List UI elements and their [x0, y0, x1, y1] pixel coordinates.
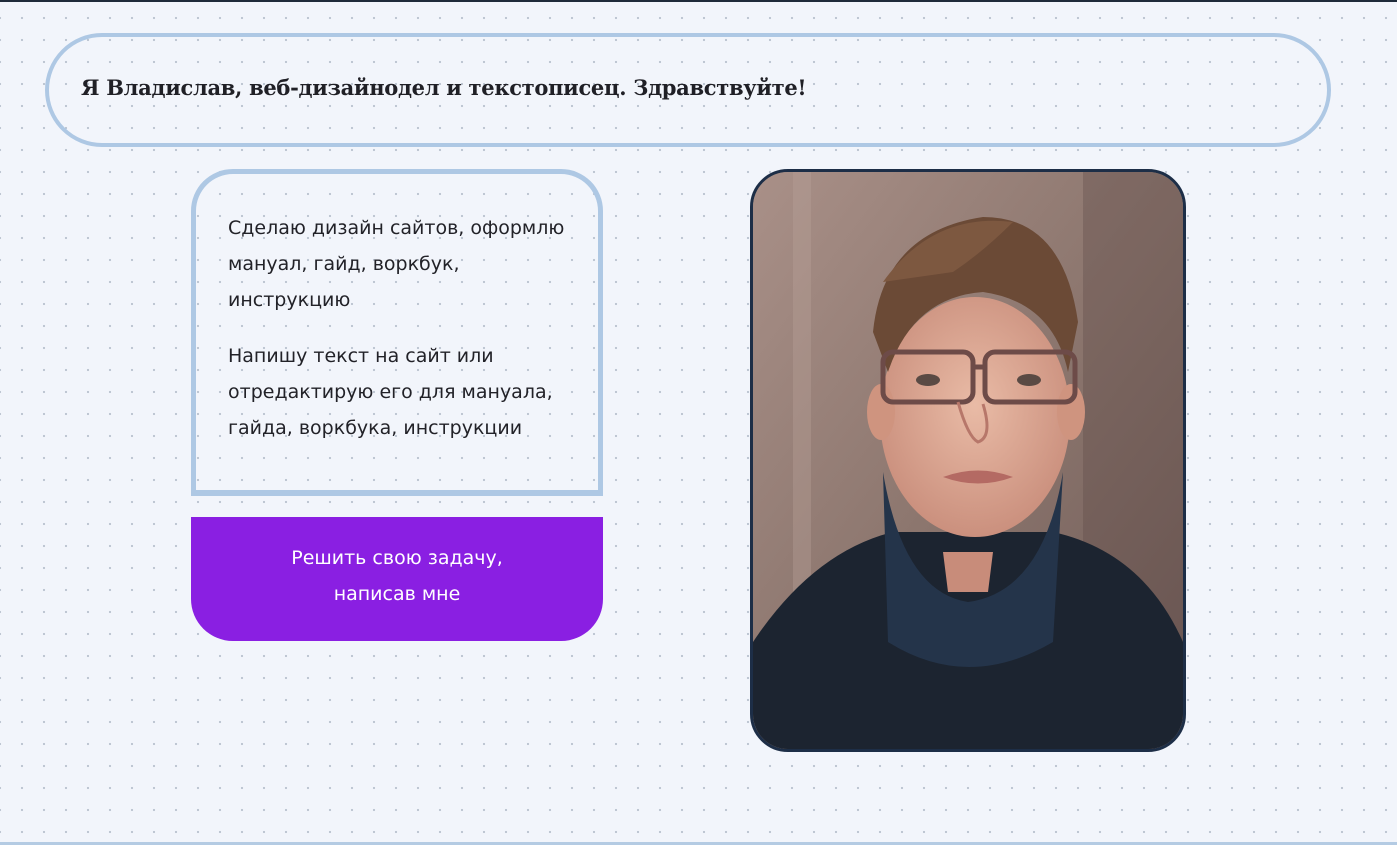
contact-me-button[interactable]: Решить свою задачу, написав мне — [191, 517, 603, 641]
intro-heading: Я Владислав, веб-дизайнодел и текстописе… — [81, 74, 807, 100]
portrait-photo — [750, 169, 1186, 752]
intro-card: Я Владислав, веб-дизайнодел и текстописе… — [45, 33, 1331, 147]
service-writing-text: Напишу текст на сайт или отредактирую ег… — [228, 345, 553, 439]
service-design-text: Сделаю дизайн сайтов, оформлю мануал, га… — [228, 217, 565, 311]
top-divider — [0, 0, 1397, 2]
portrait-illustration — [753, 172, 1183, 749]
contact-me-button-label: Решить свою задачу, написав мне — [291, 547, 503, 605]
services-card: Сделаю дизайн сайтов, оформлю мануал, га… — [191, 169, 603, 496]
